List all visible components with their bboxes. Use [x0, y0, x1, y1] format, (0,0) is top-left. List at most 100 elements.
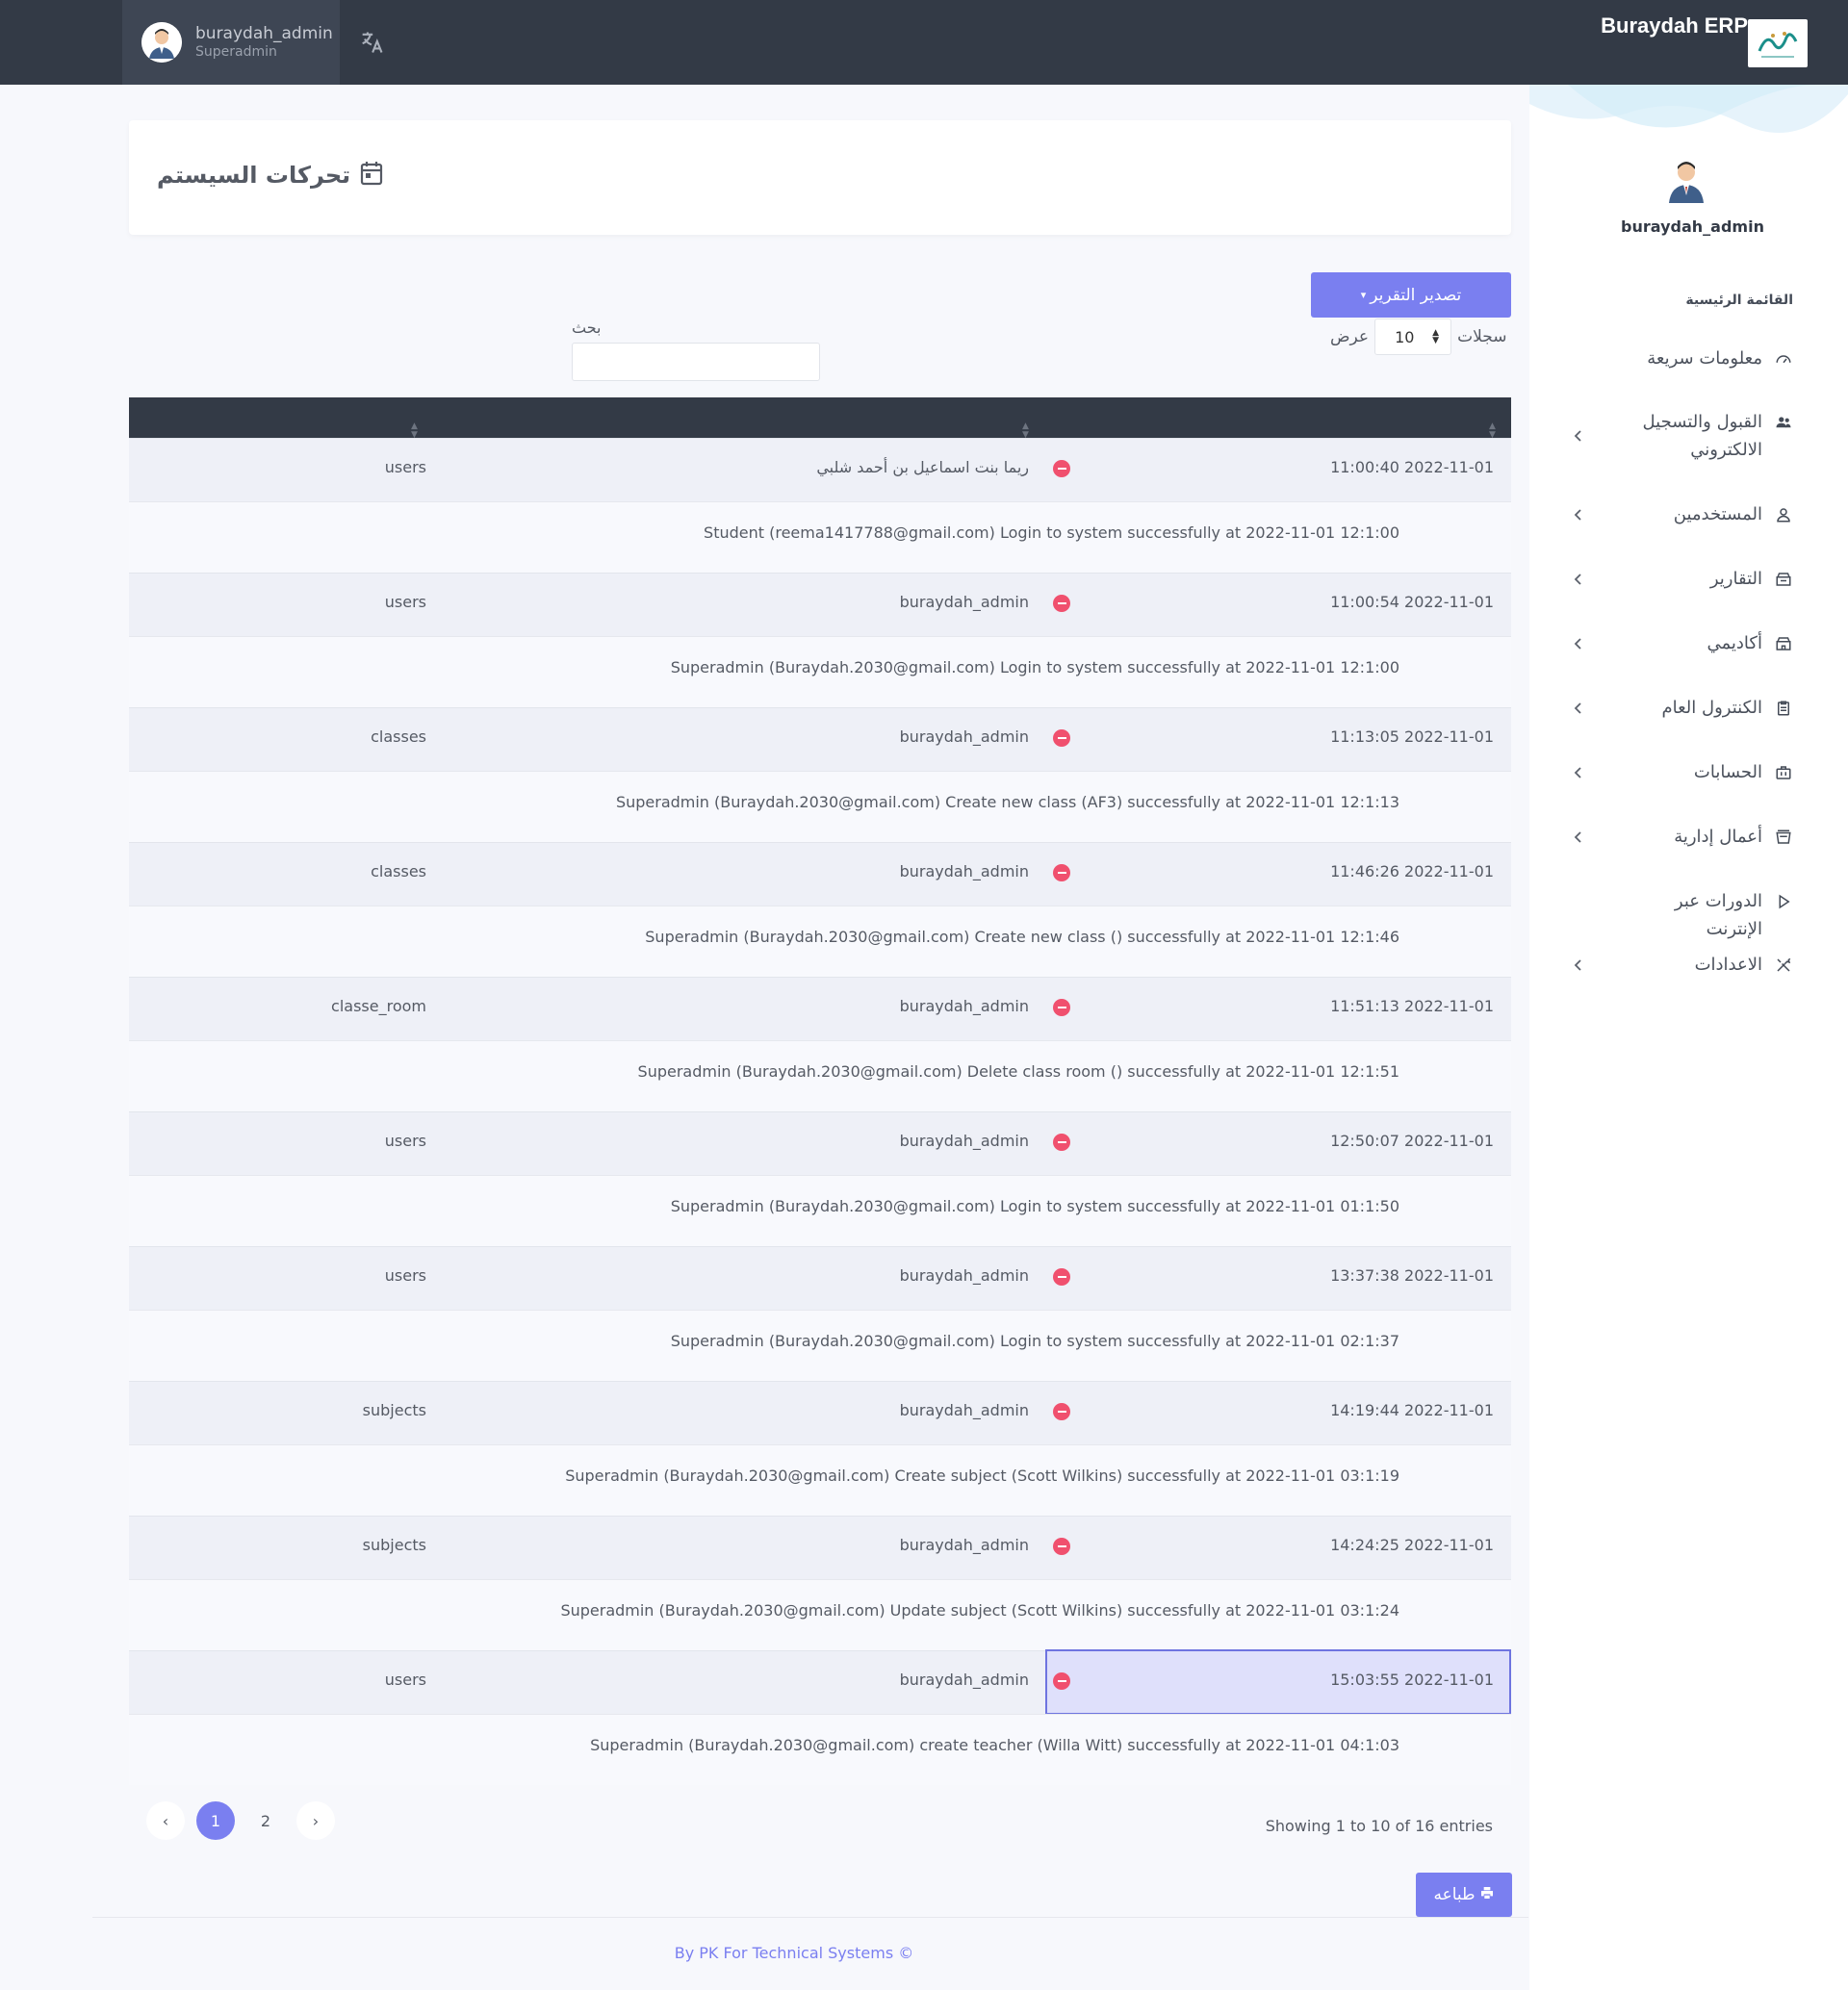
calendar-icon [360, 161, 383, 190]
cell-table: classes [371, 862, 426, 880]
cell-date: 11:46:26 2022-11-01 [1330, 862, 1494, 880]
chevron-left-icon [1572, 629, 1585, 657]
sidebar-item-settings[interactable]: الاعدادات [1572, 951, 1793, 979]
table-row-detail: Superadmin (Buraydah.2030@gmail.com) Cre… [129, 1444, 1511, 1516]
collapse-icon[interactable] [1053, 1134, 1070, 1151]
tools-icon [1774, 951, 1793, 979]
briefcase-icon [1774, 758, 1793, 786]
brand-logo [1748, 19, 1808, 67]
table-row-detail: Superadmin (Buraydah.2030@gmail.com) cre… [129, 1714, 1511, 1785]
sidebar-item-general-control[interactable]: الكنترول العام [1572, 694, 1793, 722]
table-row[interactable]: 13:37:38 2022-11-01 buraydah_admin users [129, 1246, 1511, 1310]
collapse-icon[interactable] [1053, 999, 1070, 1016]
sidebar-item-label: الدورات عبر الإنترنت [1674, 891, 1762, 939]
table-row[interactable]: 15:03:55 2022-11-01 buraydah_admin users [129, 1649, 1511, 1715]
sidebar-item-accounts[interactable]: الحسابات [1572, 758, 1793, 786]
collapse-icon[interactable] [1053, 1672, 1070, 1690]
row-detail-text: Superadmin (Buraydah.2030@gmail.com) Upd… [560, 1601, 1399, 1620]
sidebar-item-admission[interactable]: القبول والتسجيل الالكتروني [1572, 408, 1793, 464]
cell-user: buraydah_admin [899, 1671, 1029, 1689]
brand[interactable]: Buraydah ERP [1601, 0, 1808, 85]
chevron-left-icon [1572, 823, 1585, 851]
export-report-button[interactable]: ▾ تصدير التقرير [1311, 272, 1511, 318]
pagination-page-2[interactable]: 2 [246, 1801, 285, 1840]
collapse-icon[interactable] [1053, 595, 1070, 612]
brand-name: Buraydah ERP [1601, 13, 1748, 38]
cell-date: 11:00:54 2022-11-01 [1330, 593, 1494, 611]
sidebar-item-online-courses[interactable]: الدورات عبر الإنترنت [1572, 887, 1793, 943]
users-icon [1774, 408, 1793, 436]
row-detail-text: Superadmin (Buraydah.2030@gmail.com) Log… [670, 1332, 1399, 1350]
sort-arrows-icon: ▲ ▼ [1432, 328, 1440, 345]
cell-date: 11:51:13 2022-11-01 [1330, 997, 1494, 1015]
table-row[interactable]: 14:24:25 2022-11-01 buraydah_admin subject… [129, 1516, 1511, 1579]
user-menu[interactable]: buraydah_admin Superadmin [122, 0, 340, 85]
table-row-detail: Superadmin (Buraydah.2030@gmail.com) Del… [129, 1040, 1511, 1111]
collapse-icon[interactable] [1053, 729, 1070, 747]
cell-user: buraydah_admin [899, 593, 1029, 611]
cell-date: 13:37:38 2022-11-01 [1330, 1266, 1494, 1285]
collapse-icon[interactable] [1053, 1403, 1070, 1420]
printer-icon [1479, 1885, 1495, 1905]
sidebar-item-label: القبول والتسجيل الالكتروني [1642, 412, 1762, 460]
sidebar-item-label: أعمال إدارية [1674, 827, 1762, 847]
avatar [141, 22, 182, 63]
cell-table: users [384, 1671, 426, 1689]
table-row[interactable]: 11:00:40 2022-11-01 ريما بنت اسماعيل بن أ… [129, 438, 1511, 501]
play-icon [1774, 887, 1793, 915]
sidebar-item-admin-work[interactable]: أعمال إدارية [1572, 823, 1793, 851]
table-row-detail: Superadmin (Buraydah.2030@gmail.com) Cre… [129, 906, 1511, 977]
academic-icon [1774, 629, 1793, 657]
cell-user: buraydah_admin [899, 727, 1029, 746]
page-title: تحركات السيستم [157, 162, 351, 189]
cell-date: 12:50:07 2022-11-01 [1330, 1132, 1494, 1150]
table-row-detail: Superadmin (Buraydah.2030@gmail.com) Upd… [129, 1579, 1511, 1650]
table-row[interactable]: 11:00:54 2022-11-01 buraydah_admin users [129, 573, 1511, 636]
search-input[interactable] [572, 343, 820, 381]
cell-user: buraydah_admin [899, 862, 1029, 880]
translate-icon[interactable] [356, 27, 387, 58]
sidebar-item-quick-info[interactable]: معلومات سريعة [1572, 344, 1793, 372]
table-row[interactable]: 11:51:13 2022-11-01 buraydah_admin classe_… [129, 977, 1511, 1040]
table-row[interactable]: 12:50:07 2022-11-01 buraydah_admin users [129, 1111, 1511, 1175]
table-row[interactable]: 14:19:44 2022-11-01 buraydah_admin subject… [129, 1381, 1511, 1444]
chevron-left-icon [1572, 500, 1585, 528]
row-detail-text: Superadmin (Buraydah.2030@gmail.com) Log… [670, 658, 1399, 676]
collapse-icon[interactable] [1053, 864, 1070, 881]
page-length-select[interactable]: 10 ▲ ▼ [1374, 319, 1452, 355]
sidebar-item-label: التقارير [1709, 569, 1762, 589]
row-detail-text: Superadmin (Buraydah.2030@gmail.com) Cre… [615, 793, 1399, 811]
cell-date: 11:00:40 2022-11-01 [1330, 458, 1494, 476]
sidebar-item-reports[interactable]: التقارير [1572, 565, 1793, 593]
table-body: 11:00:40 2022-11-01 ريما بنت اسماعيل بن أ… [129, 438, 1511, 1785]
sidebar-item-users[interactable]: المستخدمين [1572, 500, 1793, 528]
cell-table: users [384, 1132, 426, 1150]
cell-date: 14:19:44 2022-11-01 [1330, 1401, 1494, 1419]
page-length-control: سجلات 10 ▲ ▼ عرض [1330, 318, 1506, 356]
sidebar-item-academic[interactable]: أكاديمي [1572, 629, 1793, 657]
sidebar-item-label: المستخدمين [1673, 504, 1762, 524]
cell-user: buraydah_admin [899, 1536, 1029, 1554]
pagination-prev[interactable]: ‹ [146, 1801, 185, 1840]
table-row-detail: Superadmin (Buraydah.2030@gmail.com) Log… [129, 636, 1511, 707]
footer-credit: By PK For Technical Systems © [674, 1944, 914, 1962]
pagination-page-1[interactable]: 1 [196, 1801, 235, 1840]
print-button[interactable]: طباعه [1416, 1873, 1512, 1917]
row-detail-text: Superadmin (Buraydah.2030@gmail.com) Cre… [565, 1467, 1399, 1485]
activity-table: ▲ ▼ ▲ ▼ ▲ ▼ 11:00:40 2022-11-01 ريما بنت اسم… [129, 397, 1511, 1785]
pagination-next[interactable]: › [296, 1801, 335, 1840]
table-row[interactable]: 11:13:05 2022-11-01 buraydah_admin classes [129, 707, 1511, 771]
pagination: ‹ 1 2 › [146, 1801, 335, 1840]
cell-user: buraydah_admin [899, 997, 1029, 1015]
cell-table: subjects [362, 1401, 426, 1419]
print-label: طباعه [1433, 1885, 1476, 1904]
table-row-detail: Superadmin (Buraydah.2030@gmail.com) Log… [129, 1310, 1511, 1381]
collapse-icon[interactable] [1053, 1268, 1070, 1286]
chevron-left-icon [1572, 565, 1585, 593]
collapse-icon[interactable] [1053, 1538, 1070, 1555]
collapse-icon[interactable] [1053, 460, 1070, 477]
cell-table: users [384, 1266, 426, 1285]
cell-user: buraydah_admin [899, 1132, 1029, 1150]
table-row[interactable]: 11:46:26 2022-11-01 buraydah_admin classes [129, 842, 1511, 906]
page-length-value: 10 [1395, 327, 1415, 346]
